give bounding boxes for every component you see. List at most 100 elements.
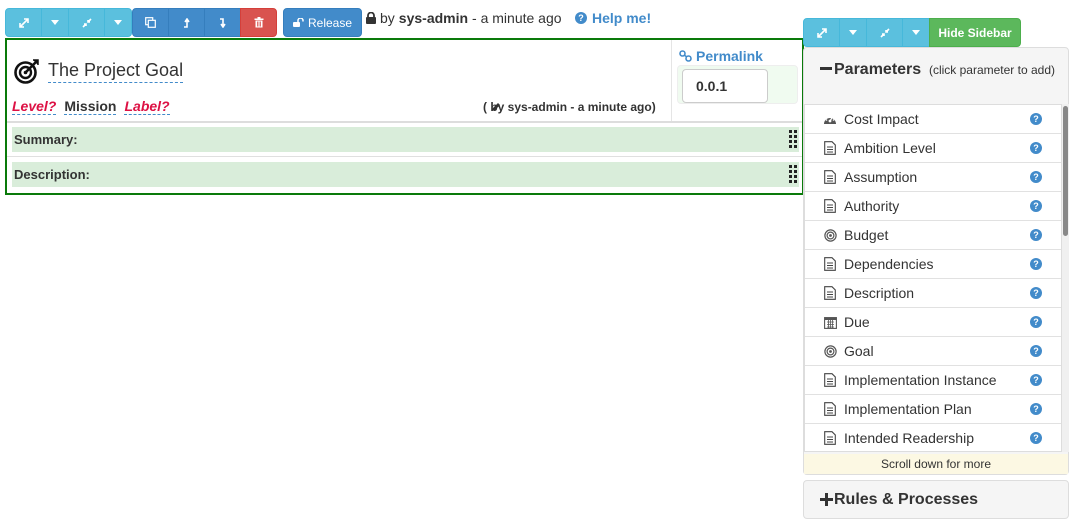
release-label: Release [307,15,353,30]
rules-processes-panel[interactable]: Rules & Processes [803,480,1069,519]
parameter-label: Assumption [844,169,918,185]
caret-down-icon [849,30,857,35]
summary-field[interactable]: Summary: [12,127,799,152]
collapse-all-button[interactable] [68,8,105,37]
question-circle-icon[interactable]: ? [1030,229,1042,241]
link-icon [679,50,692,62]
field-divider [7,156,802,157]
question-circle-icon: ? [575,12,587,24]
parameter-label: Goal [844,343,874,359]
element-panel: The Project Goal Level? Mission Label? (… [5,38,804,195]
permalink-link[interactable]: Permalink [679,48,763,64]
document-icon [823,431,837,445]
release-button[interactable]: Release [283,8,362,37]
sidebar-toolbar: Hide Sidebar [803,18,1021,47]
permalink-column: Permalink 0.0.1 [671,40,804,121]
compress-arrows-icon [879,27,890,38]
description-field[interactable]: Description: [12,162,799,187]
version-field[interactable]: 0.0.1 [682,69,768,103]
parameter-item[interactable]: Ambition Level? [805,134,1061,163]
parameters-scrollbar[interactable] [1062,104,1069,452]
permalink-label: Permalink [696,48,763,64]
target-icon [823,344,837,358]
caret-down-icon [912,30,920,35]
element-title[interactable]: The Project Goal [48,60,184,83]
parameter-item[interactable]: Implementation Instance? [805,366,1061,395]
parameter-item[interactable]: Assumption? [805,163,1061,192]
parameter-item[interactable]: Due? [805,308,1061,337]
expand-collapse-toolbar [5,8,132,37]
question-circle-icon[interactable]: ? [1030,316,1042,328]
move-up-button[interactable] [168,8,205,37]
hide-sidebar-button[interactable]: Hide Sidebar [929,18,1021,47]
parameter-item[interactable]: Goal? [805,337,1061,366]
parameters-hint: (click parameter to add) [928,63,1055,77]
question-circle-icon[interactable]: ? [1030,142,1042,154]
sidebar-collapse-dropdown[interactable] [902,18,930,47]
move-down-button[interactable] [204,8,241,37]
element-actions-toolbar [132,8,277,37]
help-link[interactable]: ? Help me! [575,10,651,26]
expand-dropdown-button[interactable] [41,8,69,37]
parameter-label: Dependencies [844,256,934,272]
parameters-list: Cost Impact? Ambition Level? Assumption? Au… [804,104,1062,452]
document-icon [823,402,837,416]
parameter-label: Ambition Level [844,140,936,156]
parameter-item[interactable]: Authority? [805,192,1061,221]
parameter-label: Cost Impact [844,111,919,127]
copy-button[interactable] [132,8,169,37]
question-circle-icon[interactable]: ? [1030,200,1042,212]
parameter-item[interactable]: Implementation Plan? [805,395,1061,424]
trash-icon [254,17,263,28]
drag-handle-icon[interactable] [789,130,797,149]
lock-time: - a minute ago [472,10,562,26]
level-up-icon [183,17,190,28]
label-field[interactable]: Label? [124,98,170,115]
delete-button[interactable] [240,8,277,37]
parameter-label: Budget [844,227,889,243]
question-circle-icon[interactable]: ? [1030,171,1042,183]
element-meta: Level? Mission Label? [12,98,170,115]
question-circle-icon[interactable]: ? [1030,258,1042,270]
edited-by-info: ( by sys-admin - a minute ago) [483,100,656,114]
level-field[interactable]: Level? [12,98,57,115]
description-label: Description: [14,167,90,182]
parameter-label: Authority [844,198,900,214]
expand-all-button[interactable] [5,8,42,37]
lock-user: sys-admin [398,10,469,26]
question-circle-icon[interactable]: ? [1030,374,1042,386]
expand-arrows-icon [816,27,827,38]
question-circle-icon[interactable]: ? [1030,432,1042,444]
version-container: 0.0.1 [677,65,798,104]
sidebar-collapse-button[interactable] [866,18,903,47]
lock-by-prefix: by [380,10,395,26]
document-icon [823,373,837,387]
parameter-item[interactable]: Cost Impact? [805,105,1061,134]
parameter-item[interactable]: Intended Readership? [805,424,1061,451]
parameter-label: Description [844,285,915,301]
summary-label: Summary: [14,132,78,147]
lock-icon [366,12,376,24]
scrollbar-thumb[interactable] [1063,106,1068,236]
document-icon [823,170,837,184]
question-circle-icon[interactable]: ? [1030,287,1042,299]
unlock-icon [292,18,304,27]
plus-icon [820,493,833,506]
question-circle-icon[interactable]: ? [1030,345,1042,357]
drag-handle-icon[interactable] [789,165,797,184]
question-circle-icon[interactable]: ? [1030,403,1042,415]
collapse-dropdown-button[interactable] [104,8,132,37]
caret-down-icon [51,20,59,25]
compress-arrows-icon [81,17,92,28]
bullseye-target-icon [14,59,39,84]
parameters-heading[interactable]: Parameters (click parameter to add) [820,60,1060,80]
sidebar-expand-button[interactable] [803,18,840,47]
type-field[interactable]: Mission [64,98,117,115]
sidebar-expand-dropdown[interactable] [839,18,867,47]
parameter-item[interactable]: Budget? [805,221,1061,250]
question-circle-icon[interactable]: ? [1030,113,1042,125]
target-icon [823,228,837,242]
pencil-icon [492,103,500,111]
parameter-item[interactable]: Dependencies? [805,250,1061,279]
parameter-item[interactable]: Description? [805,279,1061,308]
